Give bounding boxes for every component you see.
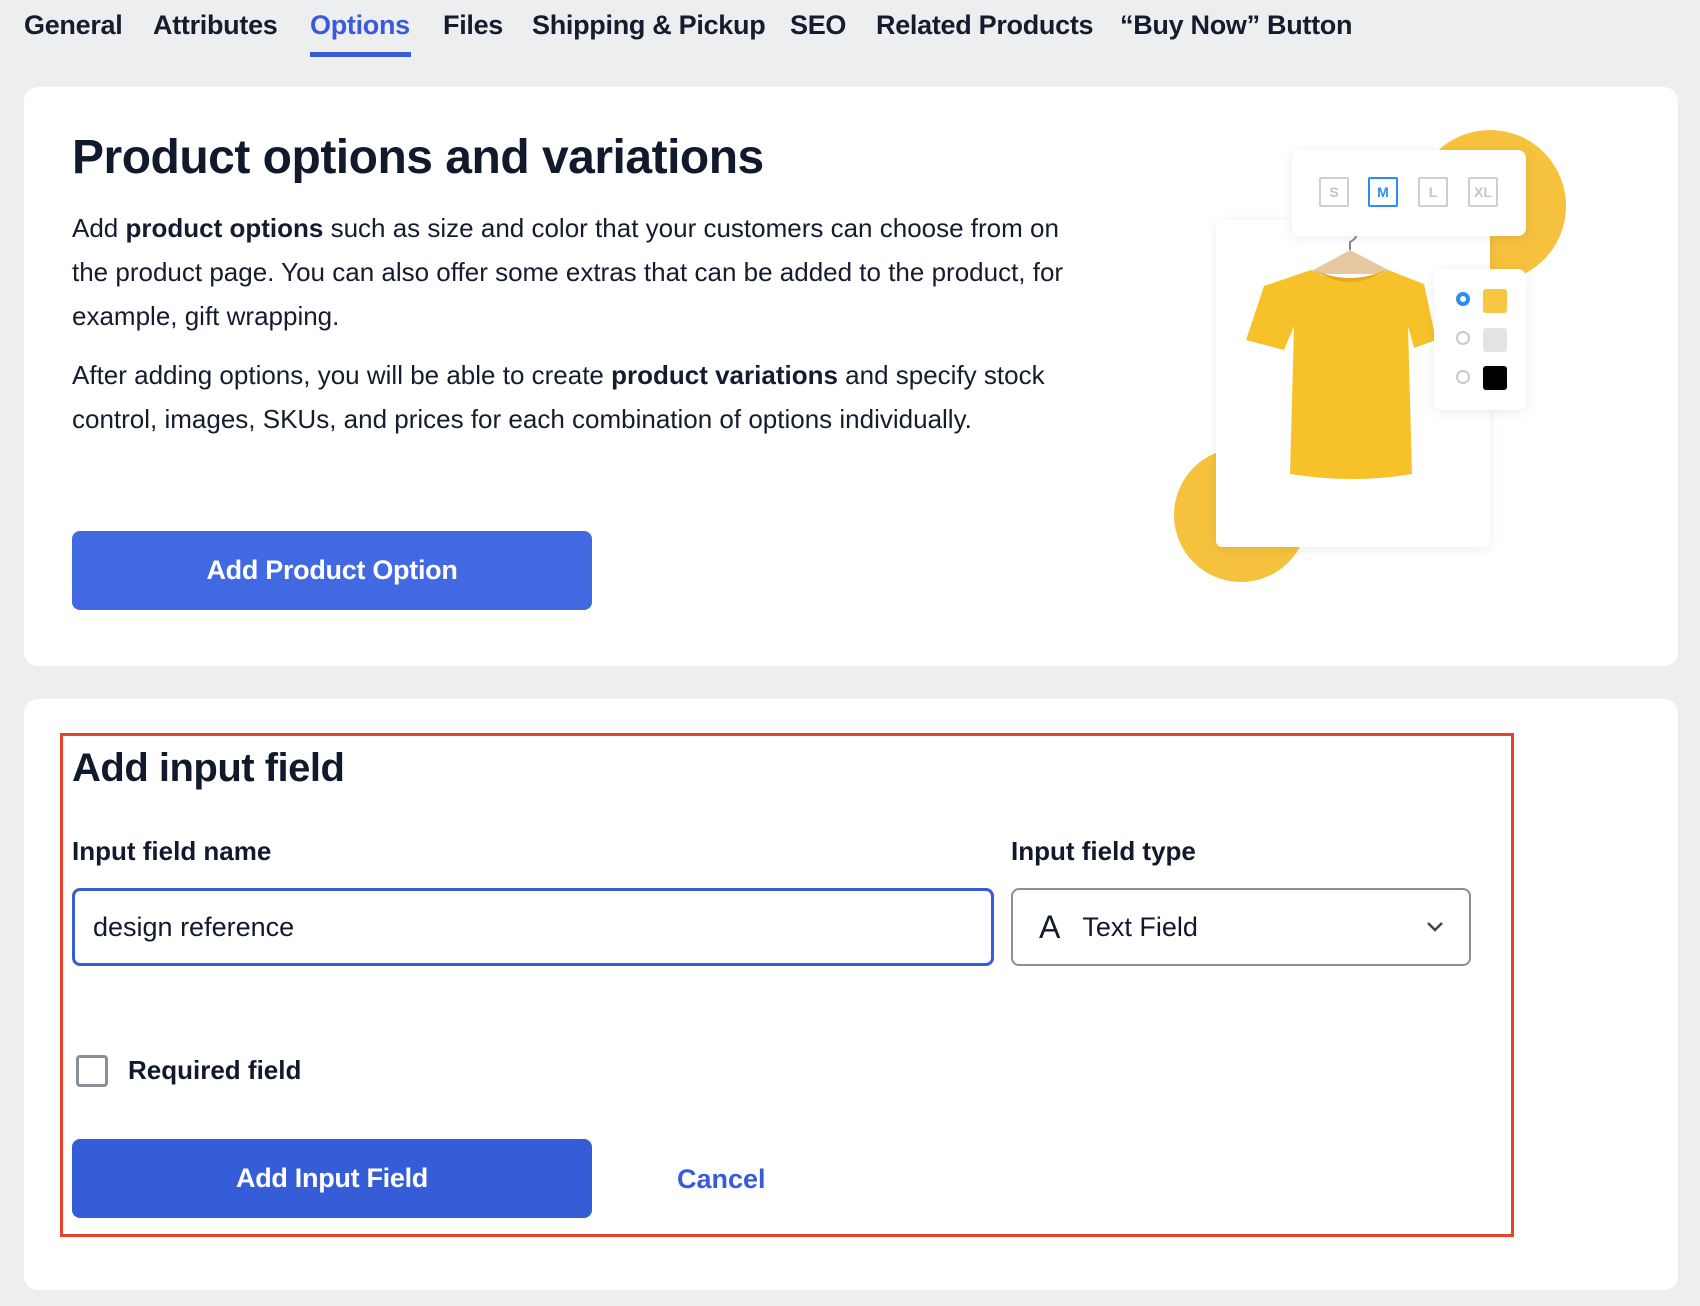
product-variations-description: After adding options, you will be able t…	[72, 353, 1072, 441]
color-swatch-black	[1483, 366, 1507, 390]
size-option: XL	[1468, 177, 1498, 207]
radio-selected-icon	[1456, 292, 1470, 306]
radio-icon	[1456, 331, 1470, 345]
size-option-selected: M	[1368, 177, 1398, 207]
input-field-type-label: Input field type	[1011, 836, 1196, 866]
color-swatch-yellow	[1483, 289, 1507, 313]
radio-icon	[1456, 370, 1470, 384]
size-option: L	[1418, 177, 1448, 207]
chevron-down-icon	[1427, 922, 1443, 932]
tab-files[interactable]: Files	[443, 10, 503, 41]
add-input-field-title: Add input field	[72, 746, 345, 790]
input-field-name-label: Input field name	[72, 836, 272, 866]
add-product-option-button[interactable]: Add Product Option	[72, 531, 592, 610]
input-value: design reference	[93, 911, 295, 942]
bold-text: product variations	[611, 360, 838, 390]
tab-related-products[interactable]: Related Products	[876, 10, 1094, 41]
product-options-title: Product options and variations	[72, 131, 764, 184]
input-field-name-input[interactable]: design reference	[72, 888, 994, 966]
tab-attributes[interactable]: Attributes	[153, 10, 278, 41]
cancel-link[interactable]: Cancel	[677, 1164, 766, 1195]
text-letter-a-icon: A	[1039, 908, 1061, 945]
required-field-label[interactable]: Required field	[128, 1055, 301, 1086]
color-selector-card	[1434, 269, 1526, 410]
tshirt-icon	[1246, 226, 1436, 479]
tab-seo[interactable]: SEO	[790, 10, 846, 41]
tab-buy-now-button[interactable]: “Buy Now” Button	[1120, 10, 1352, 41]
add-input-field-button[interactable]: Add Input Field	[72, 1139, 592, 1218]
product-options-description: Add product options such as size and col…	[72, 206, 1072, 338]
input-field-type-select[interactable]: A Text Field	[1011, 888, 1471, 966]
color-swatch-gray	[1483, 328, 1507, 352]
tab-general[interactable]: General	[24, 10, 123, 41]
active-tab-indicator	[310, 52, 411, 57]
text: Add	[72, 213, 126, 243]
size-option: S	[1319, 177, 1349, 207]
bold-text: product options	[125, 213, 324, 243]
text: After adding options, you will be able t…	[72, 360, 612, 390]
required-field-checkbox[interactable]	[76, 1055, 108, 1087]
tab-shipping-pickup[interactable]: Shipping & Pickup	[532, 10, 766, 41]
select-value: Text Field	[1082, 911, 1198, 942]
tab-options[interactable]: Options	[310, 10, 410, 41]
